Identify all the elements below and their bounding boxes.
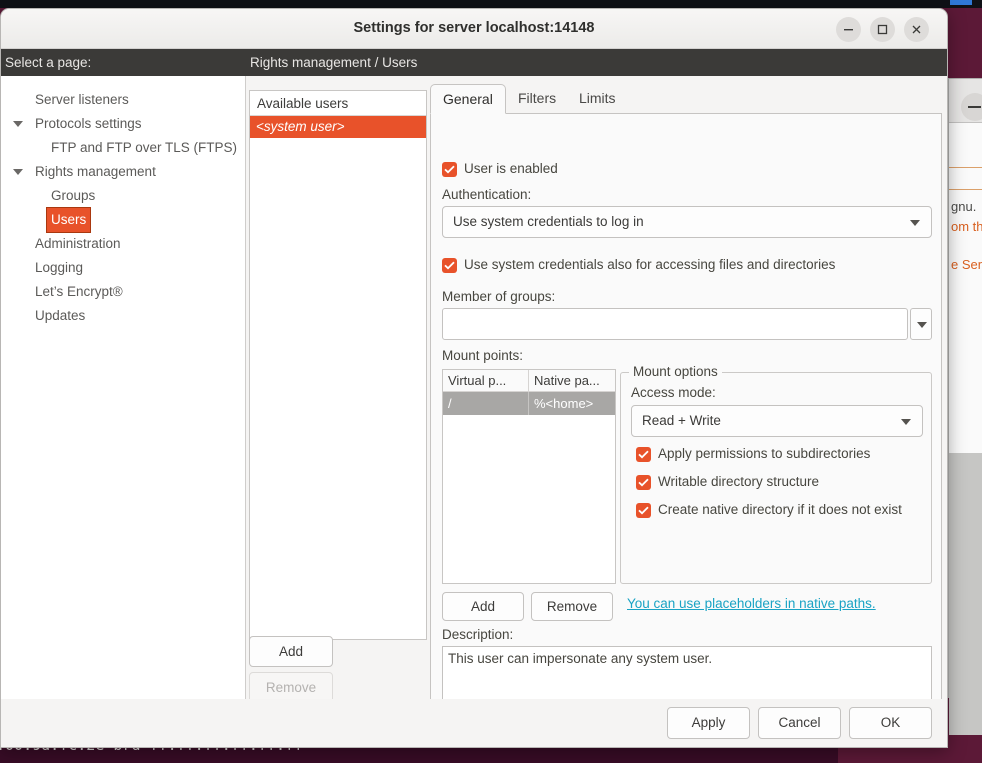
user-name: <system user> [256, 119, 345, 134]
column-header-native-path[interactable]: Native pa... [529, 370, 615, 391]
page-tree: Server listeners Protocols settings FTP … [1, 76, 246, 747]
cancel-button[interactable]: Cancel [758, 707, 841, 739]
mount-points-label: Mount points: [442, 348, 524, 363]
background-window-lower [949, 453, 982, 743]
tabstrip: General Filters Limits [430, 84, 942, 114]
mount-points-table[interactable]: Virtual p... Native pa... / %<home> [442, 369, 616, 584]
chevron-down-icon [917, 322, 927, 328]
dialog-footer: Apply Cancel OK [1, 699, 947, 747]
table-header-row: Virtual p... Native pa... [443, 370, 615, 392]
apply-button[interactable]: Apply [667, 707, 750, 739]
minimize-button[interactable] [836, 17, 861, 42]
chevron-down-icon [910, 220, 920, 226]
sidebar-item-label: FTP and FTP over TLS (FTPS) [51, 140, 238, 155]
available-users-list[interactable]: Available users <system user> [249, 90, 427, 640]
tab-limits[interactable]: Limits [567, 84, 628, 114]
access-mode-select[interactable]: Read + Write [631, 405, 923, 437]
tab-general[interactable]: General [430, 84, 506, 114]
system-credentials-files-label: Use system credentials also for accessin… [464, 257, 836, 272]
sidebar-item-label: Administration [35, 236, 121, 251]
member-of-groups-input[interactable] [442, 308, 908, 340]
chevron-down-icon[interactable] [13, 121, 23, 127]
access-mode-value: Read + Write [642, 413, 721, 428]
add-mount-point-button[interactable]: Add [442, 592, 524, 621]
authentication-select[interactable]: Use system credentials to log in [442, 206, 932, 238]
sidebar-item-logging[interactable]: Logging [1, 256, 245, 280]
dialog-title: Settings for server localhost:14148 [353, 20, 595, 36]
background-text-fragment: gnu. [951, 199, 977, 214]
background-window-body: gnu. om th e Serv [949, 123, 982, 743]
user-enabled-label: User is enabled [464, 161, 558, 176]
cell-native-path: %<home> [534, 396, 594, 411]
writable-directory-structure-checkbox[interactable] [636, 475, 651, 490]
authentication-label: Authentication: [442, 187, 532, 202]
list-item[interactable]: <system user> [250, 116, 426, 138]
create-native-directory-checkbox[interactable] [636, 503, 651, 518]
background-window-panel: gnu. om th e Serv [949, 123, 982, 453]
authentication-value: Use system credentials to log in [453, 214, 644, 229]
sidebar-item-rights-management[interactable]: Rights management [1, 160, 245, 184]
sidebar-item-protocols-settings[interactable]: Protocols settings [1, 112, 245, 136]
sidebar-item-server-listeners[interactable]: Server listeners [1, 88, 245, 112]
available-users-header: Available users [250, 91, 426, 116]
mount-options-title: Mount options [629, 364, 722, 379]
placeholders-help-link[interactable]: You can use placeholders in native paths… [627, 596, 876, 611]
description-label: Description: [442, 627, 514, 642]
sidebar-item-lets-encrypt[interactable]: Let’s Encrypt® [1, 280, 245, 304]
sidebar-item-label: Groups [51, 188, 96, 203]
sidebar-item-label: Server listeners [35, 92, 129, 107]
divider [949, 167, 982, 168]
close-button[interactable] [904, 17, 929, 42]
sidebar-item-label: Logging [35, 260, 84, 275]
user-enabled-checkbox[interactable] [442, 162, 457, 177]
ok-button[interactable]: OK [849, 707, 932, 739]
sidebar-item-label: Let’s Encrypt® [35, 284, 123, 299]
background-link-fragment[interactable]: e Serv [951, 257, 982, 272]
tab-filters[interactable]: Filters [506, 84, 568, 114]
general-tab-panel: User is enabled Authentication: Use syst… [430, 113, 942, 718]
member-of-groups-label: Member of groups: [442, 289, 556, 304]
chevron-down-icon [901, 419, 911, 425]
header-bar-row: Select a page: Rights management / Users [1, 49, 947, 76]
breadcrumb: Rights management / Users [246, 49, 947, 76]
create-native-directory-label: Create native directory if it does not e… [658, 502, 902, 517]
writable-directory-structure-label: Writable directory structure [658, 474, 820, 489]
users-panel: Available users <system user> Add Remove… [246, 76, 430, 747]
apply-permissions-subdirectories-label: Apply permissions to subdirectories [658, 446, 871, 461]
sidebar-header: Select a page: [1, 49, 246, 76]
desktop-panel-highlight [950, 0, 972, 5]
background-window[interactable]: gnu. om th e Serv [948, 78, 982, 743]
settings-dialog: Settings for server localhost:14148 Sele… [0, 8, 948, 748]
access-mode-label: Access mode: [631, 385, 716, 400]
sidebar-item-administration[interactable]: Administration [1, 232, 245, 256]
sidebar-item-label: Updates [35, 308, 86, 323]
sidebar-item-label: Rights management [35, 164, 156, 179]
dialog-titlebar[interactable]: Settings for server localhost:14148 [1, 9, 947, 49]
system-credentials-files-checkbox[interactable] [442, 258, 457, 273]
background-link-fragment[interactable]: om th [951, 219, 982, 234]
background-minimize-icon[interactable] [961, 93, 982, 121]
mount-options-group: Mount options Access mode: Read + Write … [620, 364, 932, 584]
sidebar-item-label: Protocols settings [35, 116, 142, 131]
sidebar-item-users[interactable]: Users [1, 207, 245, 233]
chevron-down-icon[interactable] [13, 169, 23, 175]
divider [949, 189, 982, 190]
table-row[interactable]: / %<home> [443, 392, 615, 415]
cell-virtual-path: / [443, 392, 529, 415]
column-header-virtual-path[interactable]: Virtual p... [443, 370, 529, 391]
remove-mount-point-button[interactable]: Remove [531, 592, 613, 621]
apply-permissions-subdirectories-checkbox[interactable] [636, 447, 651, 462]
sidebar-item-ftp-ftps[interactable]: FTP and FTP over TLS (FTPS) [1, 136, 245, 160]
add-user-button[interactable]: Add [249, 636, 333, 667]
maximize-button[interactable] [870, 17, 895, 42]
sidebar-item-updates[interactable]: Updates [1, 304, 245, 328]
desktop-top-panel [0, 0, 982, 8]
sidebar-item-label: Users [45, 207, 92, 233]
user-settings-tabs: General Filters Limits User is enabled A… [430, 84, 942, 718]
member-of-groups-dropdown-button[interactable] [910, 308, 932, 340]
background-window-titlebar [949, 79, 982, 123]
sidebar-item-groups[interactable]: Groups [1, 184, 245, 208]
